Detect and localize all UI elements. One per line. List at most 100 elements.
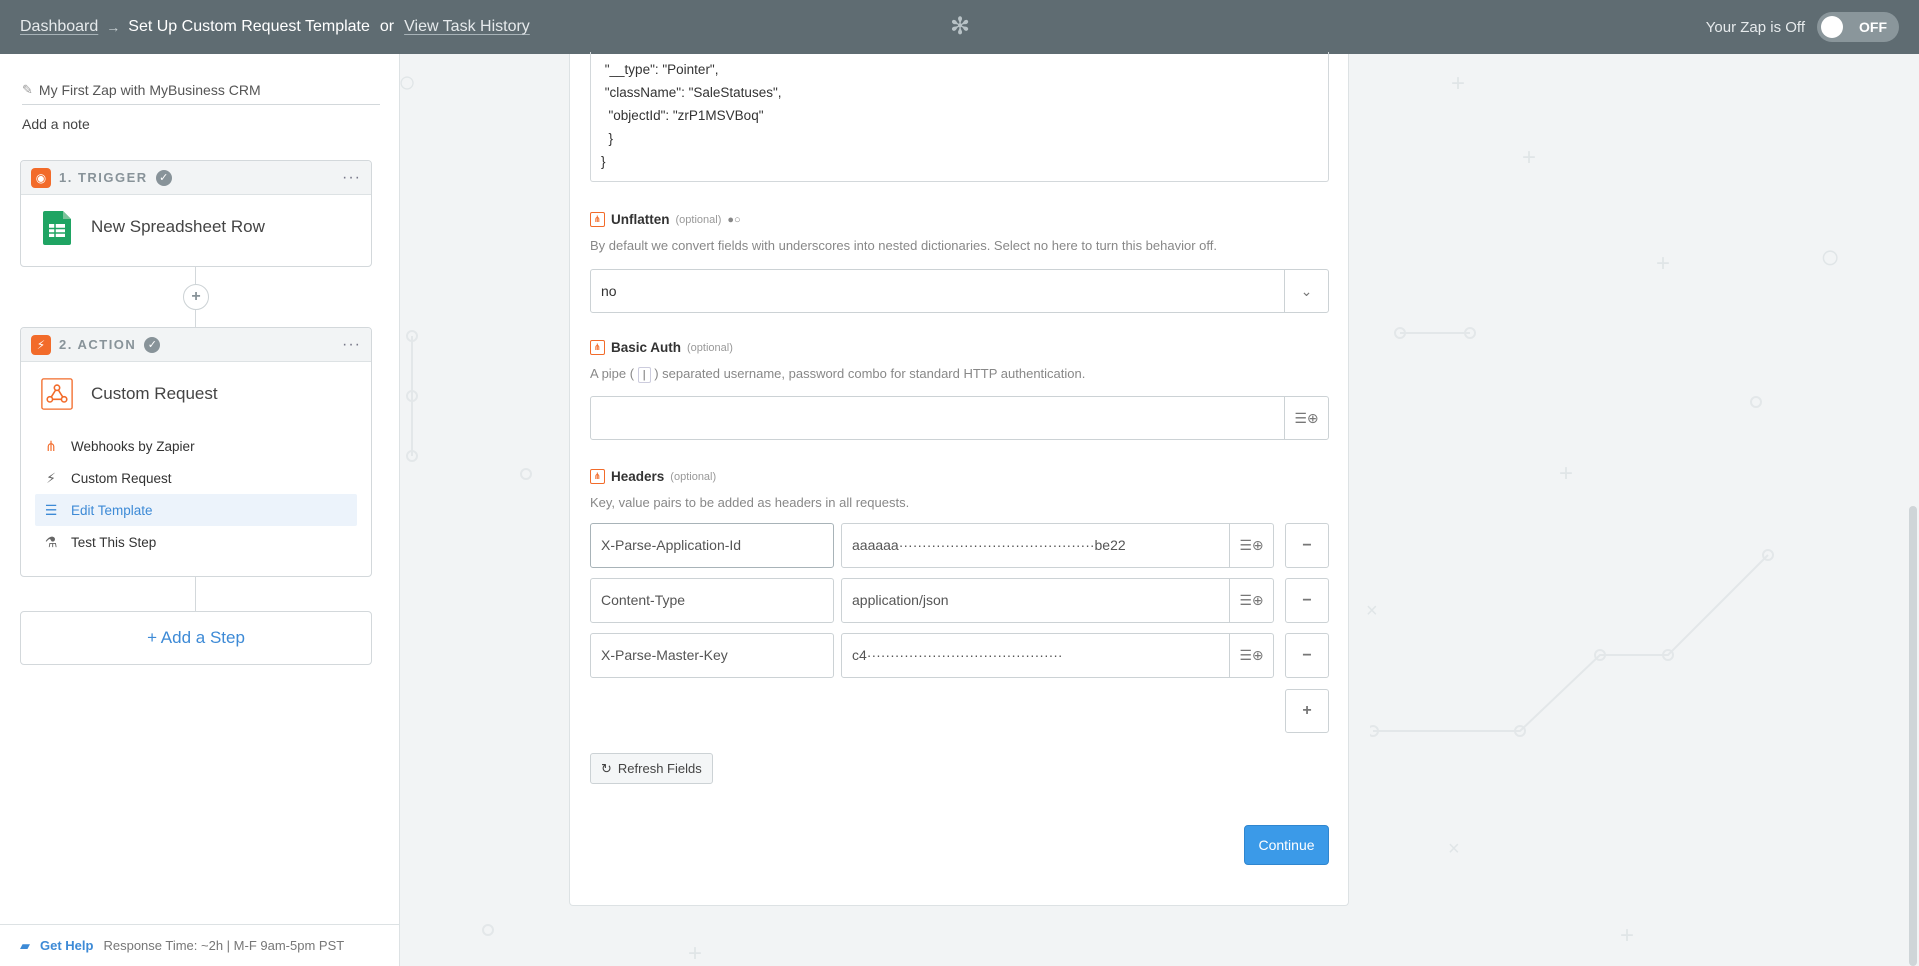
refresh-fields-button[interactable]: ↻ Refresh Fields [590,753,713,784]
add-header-button[interactable]: + [1285,689,1329,733]
top-bar: Dashboard → Set Up Custom Request Templa… [0,0,1919,54]
webhook-icon: ⋔ [45,437,57,454]
google-sheets-icon [43,211,71,245]
data-json-textarea[interactable]: "__type": "Pointer", "className": "SaleS… [590,52,1329,182]
basic-auth-field: ⋔ Basic Auth (optional) A pipe ( | ) sep… [590,340,1330,440]
breadcrumb-arrow: → [106,19,121,35]
optional-tag: (optional) [675,213,722,226]
header-value: c4······································… [852,647,1063,663]
headers-field: ⋔ Headers (optional) Key, value pairs to… [590,469,1330,678]
decor-plus: + [1522,144,1537,171]
header-value: application/json [852,592,949,608]
more-menu-icon[interactable]: ··· [342,169,361,187]
zap-on-off-toggle[interactable]: OFF [1817,12,1899,42]
add-note-link[interactable]: Add a note [22,116,90,132]
action-step-header: ⚡ 2. ACTION ✓ ··· [21,328,371,362]
field-type-radio-icon[interactable]: ●○ [727,214,740,226]
pencil-icon: ✎ [22,82,33,97]
insert-step-button[interactable]: + [183,284,209,310]
optional-tag: (optional) [687,341,733,354]
current-page-title: Set Up Custom Request Template [128,18,370,35]
decor-plus: + [688,940,703,966]
connector-line [195,310,196,327]
check-icon: ✓ [144,336,161,353]
action-step-name: Custom Request [91,384,218,403]
basic-auth-help-after: ) separated username, password combo for… [654,366,1086,381]
unflatten-value: no [601,283,617,299]
sidebar: ✎ My First Zap with MyBusiness CRM Add a… [0,54,400,966]
scrollbar[interactable] [1909,506,1917,966]
zapier-asterisk-icon[interactable]: ✻ [948,15,972,39]
decor-cross: × [1448,838,1460,860]
action-step-title: 2. ACTION [59,337,137,352]
webhook-icon: ⋔ [590,469,605,484]
unflatten-select[interactable]: no ⌄ [590,269,1329,313]
toggle-knob [1821,16,1843,38]
more-menu-icon[interactable]: ··· [342,336,361,354]
bolt-badge-icon: ⚡ [31,334,51,355]
decor-lines-left [406,330,532,936]
pipe-symbol: | [637,367,651,383]
insert-field-icon[interactable]: ☰⊕ [1229,579,1273,622]
connector-line [195,267,196,284]
bolt-icon: ⚡ [46,469,56,486]
insert-field-icon[interactable]: ☰⊕ [1229,524,1273,567]
help-bar: ▰ Get Help Response Time: ~2h | M-F 9am-… [0,924,400,966]
header-row: X-Parse-Application-Id aaaaaa···········… [590,523,1330,568]
unflatten-label-row: ⋔ Unflatten (optional) ●○ [590,212,1330,227]
headers-help: Key, value pairs to be added as headers … [590,495,910,510]
breadcrumb: Dashboard → Set Up Custom Request Templa… [20,0,530,54]
subnav-item-webhooks[interactable]: ⋔ Webhooks by Zapier [35,430,357,462]
trigger-step-title: 1. TRIGGER [59,170,148,185]
zap-name: My First Zap with MyBusiness CRM [38,82,261,98]
subnav-item-edit-template[interactable]: ☰ Edit Template [35,494,357,526]
header-value-input[interactable]: c4······································… [841,633,1274,678]
toggle-label: OFF [1859,19,1887,35]
add-step-button[interactable]: + Add a Step [20,611,372,665]
decor-plus: + [1620,922,1635,949]
template-editor-panel: "__type": "Pointer", "className": "SaleS… [569,52,1349,906]
header-key-input[interactable]: X-Parse-Master-Key [590,633,834,678]
trigger-step-card[interactable]: ◉ 1. TRIGGER ✓ ··· New Spreadsheet Row [20,160,372,267]
continue-button[interactable]: Continue [1244,825,1329,865]
zap-name-field[interactable]: ✎ My First Zap with MyBusiness CRM [22,82,380,105]
decor-plus: + [1451,70,1466,97]
header-value: aaaaaa··································… [852,537,1126,553]
refresh-fields-label: Refresh Fields [617,761,702,776]
headers-label: Headers [611,469,665,484]
task-history-link[interactable]: View Task History [404,18,530,36]
header-value-input[interactable]: aaaaaa··································… [841,523,1274,568]
action-step-card[interactable]: ⚡ 2. ACTION ✓ ··· Custom Request ⋔ Webho… [20,327,372,577]
basic-auth-help-before: A pipe ( [590,366,635,381]
unflatten-help: By default we convert fields with unders… [590,238,1217,253]
unflatten-label: Unflatten [611,212,670,227]
header-value-input[interactable]: application/json ☰⊕ [841,578,1274,623]
zap-status-text: Your Zap is Off [1705,18,1805,36]
insert-field-icon[interactable]: ☰⊕ [1229,634,1273,677]
optional-tag: (optional) [670,470,717,483]
unflatten-field: ⋔ Unflatten (optional) ●○ By default we … [590,212,1330,313]
subnav-item-label: Custom Request [71,470,172,486]
webhook-app-icon [41,378,73,410]
basic-auth-input[interactable]: ☰⊕ [590,396,1329,440]
header-key-input[interactable]: X-Parse-Application-Id [590,523,834,568]
insert-field-icon[interactable]: ☰⊕ [1284,397,1328,439]
response-time: Response Time: ~2h | M-F 9am-5pm PST [103,938,345,953]
dashboard-link[interactable]: Dashboard [20,18,98,36]
trigger-step-name: New Spreadsheet Row [91,217,265,236]
subnav-item-test-step[interactable]: ⚗ Test This Step [35,526,357,558]
decor-circle: ○ [1820,238,1841,276]
headers-label-row: ⋔ Headers (optional) [590,469,1330,484]
trigger-badge-icon: ◉ [31,167,51,188]
header-row: X-Parse-Master-Key c4···················… [590,633,1330,678]
subnav-item-custom-request[interactable]: ⚡ Custom Request [35,462,357,494]
header-row: Content-Type application/json ☰⊕ − [590,578,1330,623]
header-key-input[interactable]: Content-Type [590,578,834,623]
decor-circle: ○ [398,66,417,99]
subnav-item-label: Test This Step [71,534,157,550]
remove-header-button[interactable]: − [1285,578,1329,623]
get-help-link[interactable]: Get Help [40,938,93,953]
remove-header-button[interactable]: − [1285,523,1329,568]
chevron-down-icon[interactable]: ⌄ [1284,270,1328,312]
remove-header-button[interactable]: − [1285,633,1329,678]
